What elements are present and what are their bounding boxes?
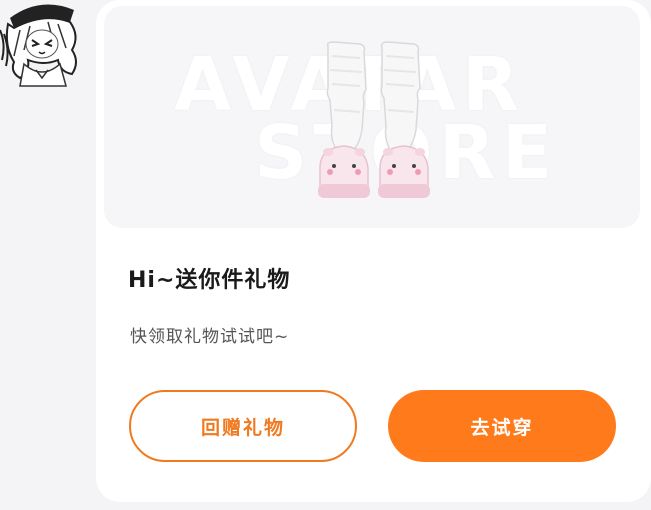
anime-girl-avatar-icon	[0, 4, 77, 87]
gift-title: Hi~送你件礼物	[128, 268, 291, 293]
gift-subtitle: 快领取礼物试试吧~	[130, 327, 290, 347]
try-on-button[interactable]: 去试穿	[388, 390, 616, 462]
gift-card: AVATAR STORE	[96, 0, 651, 502]
user-avatar[interactable]	[0, 0, 90, 88]
return-gift-button[interactable]: 回赠礼物	[129, 390, 357, 462]
hero-banner: AVATAR STORE	[104, 6, 640, 228]
socks-slippers-icon	[318, 41, 430, 198]
